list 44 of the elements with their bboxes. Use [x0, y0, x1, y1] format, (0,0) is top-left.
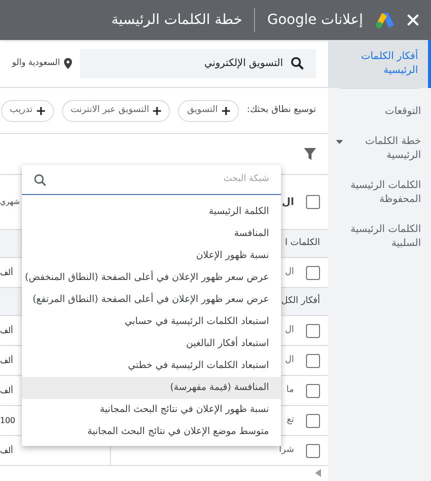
logo-icon — [375, 11, 395, 29]
sidebar-item[interactable]: الكلمات الرئيسية المحفوظة — [328, 171, 431, 215]
plus-icon — [36, 106, 45, 114]
table-cell: ألف — [0, 324, 13, 336]
checkbox[interactable] — [306, 444, 320, 458]
keyword-search-field[interactable]: التسويق الإلكتروني — [80, 49, 316, 78]
menu-item[interactable]: الكلمة الرئيسية — [22, 201, 281, 223]
menu-item[interactable]: المنافسة — [22, 223, 281, 245]
page-title: خطة الكلمات الرئيسية — [111, 10, 242, 30]
menu-item[interactable]: المنافسة (قيمة مفهرسة) — [22, 377, 281, 399]
plus-icon — [222, 106, 230, 114]
checkbox[interactable] — [306, 354, 320, 368]
column-header: ال — [280, 196, 295, 210]
broaden-label: توسيع نطاق بحثك: — [246, 104, 316, 117]
table-cell: ألف — [0, 266, 13, 278]
checkbox[interactable] — [306, 324, 320, 338]
checkbox[interactable] — [306, 195, 320, 209]
caret-icon — [336, 140, 343, 145]
section-title: أفكار الكل — [281, 294, 320, 308]
search-icon — [291, 57, 304, 70]
table-cell: ألف — [0, 354, 13, 366]
suggestion-chip[interactable]: التسويق — [178, 100, 239, 122]
table-cell: 100 — [0, 414, 16, 426]
checkbox[interactable] — [306, 384, 320, 398]
sidebar-item[interactable]: التوقعات — [328, 97, 431, 127]
sidebar-item[interactable]: الكلمات الرئيسية السلبية — [328, 215, 431, 259]
plus-icon — [153, 106, 162, 114]
brand-name: إعلانات Google — [267, 10, 363, 30]
close-icon[interactable] — [407, 14, 419, 26]
suggestion-chip[interactable]: التسويق عبر الانترنت — [62, 100, 170, 122]
location-selector[interactable]: السعودية والو — [12, 57, 72, 70]
filter-icon[interactable] — [304, 148, 316, 160]
sidebar-item[interactable]: خطة الكلمات الرئيسية — [328, 127, 431, 171]
suggestion-chip[interactable]: تدريب — [0, 100, 54, 122]
scroll-left-icon[interactable] — [315, 469, 321, 477]
checkbox[interactable] — [306, 266, 320, 280]
menu-item[interactable]: عرض سعر ظهور الإعلان في أعلى الصفحة (النطاق المرتفع) — [22, 289, 281, 311]
location-pin-icon — [64, 58, 72, 69]
search-icon — [34, 174, 46, 186]
table-cell: ألف — [0, 444, 13, 456]
table-cell: ألف — [0, 384, 13, 396]
section-title: الكلمات ا — [285, 236, 320, 250]
sidebar-item[interactable]: أفكار الكلمات الرئيسية — [328, 40, 431, 88]
checkbox[interactable] — [306, 414, 320, 428]
